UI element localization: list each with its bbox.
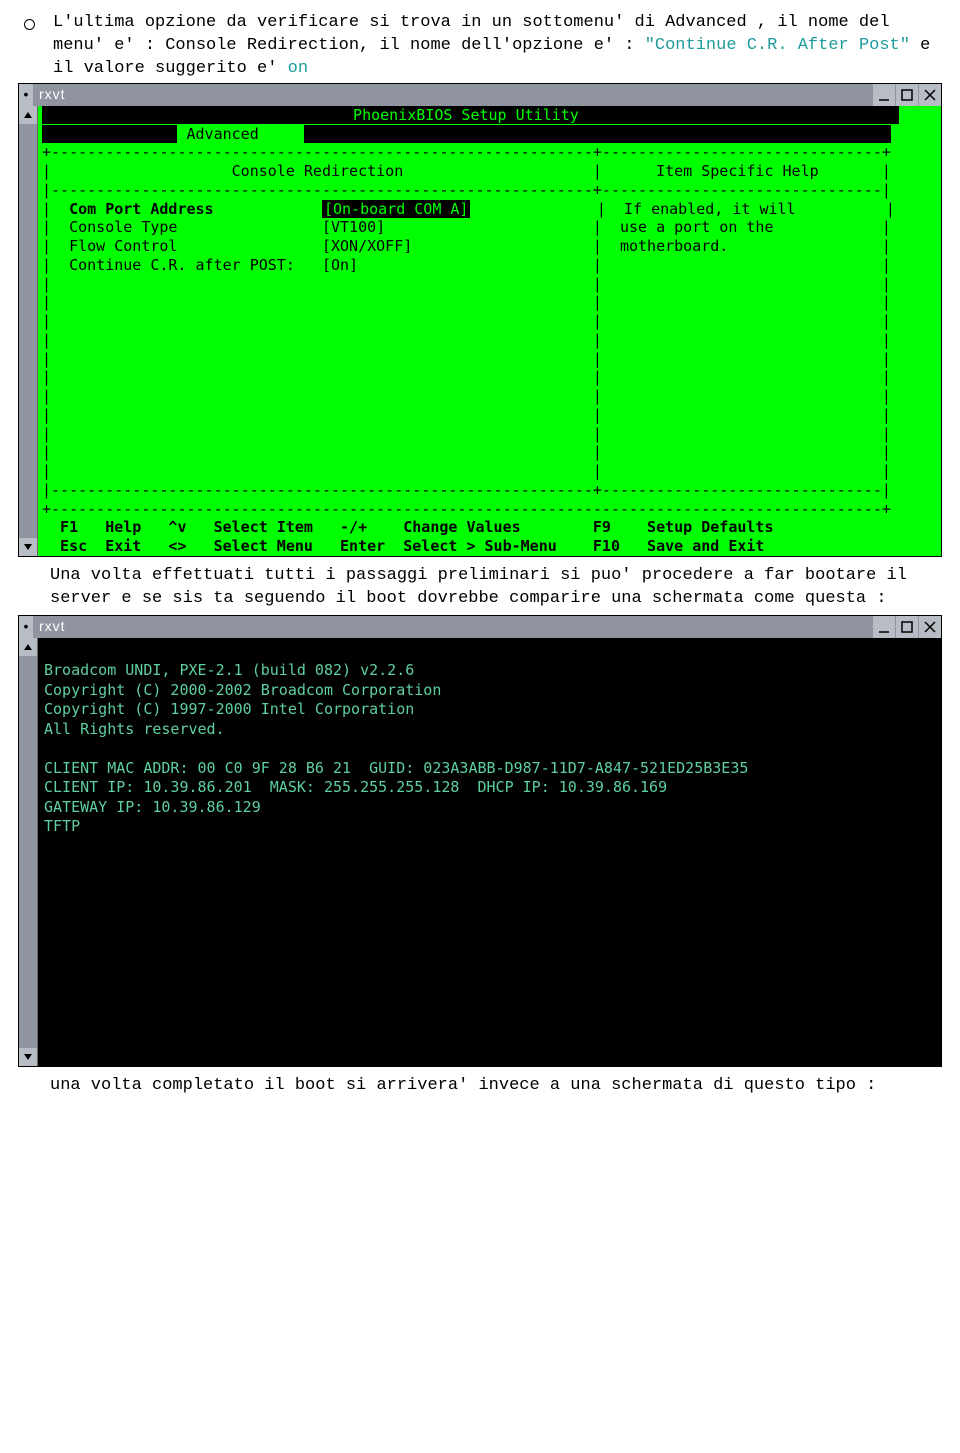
scrollbar[interactable] (19, 638, 38, 1066)
minimize-button[interactable] (873, 84, 895, 106)
window-menu-icon[interactable]: • (19, 616, 33, 638)
intro-text: L'ultima opzione da verificare si trova … (53, 12, 942, 81)
intro-bullet: L'ultima opzione da verificare si trova … (18, 12, 942, 81)
scroll-down-icon[interactable] (19, 1048, 37, 1066)
scrollbar[interactable] (19, 106, 38, 556)
bios-screen: PhoenixBIOS Setup Utility Advanced +----… (38, 106, 941, 556)
intro-val: on (288, 59, 308, 78)
window-titlebar: • rxvt (19, 84, 941, 106)
bios-window: • rxvt PhoenixBIOS Setup Utility Advanc (18, 83, 942, 557)
maximize-button[interactable] (896, 616, 918, 638)
intro-opt: "Continue C.R. After Post" (645, 36, 910, 55)
window-titlebar: • rxvt (19, 616, 941, 638)
outro-paragraph: una volta completato il boot si arrivera… (50, 1075, 942, 1098)
mid-paragraph: Una volta effettuati tutti i passaggi pr… (50, 565, 942, 611)
terminal-screen: Broadcom UNDI, PXE-2.1 (build 082) v2.2.… (38, 638, 941, 1066)
scroll-track[interactable] (19, 656, 37, 1048)
scroll-track[interactable] (19, 124, 37, 538)
pxe-window: • rxvt Broadcom UNDI, PXE-2.1 (build 082… (18, 615, 942, 1067)
scroll-up-icon[interactable] (19, 106, 37, 124)
close-button[interactable] (919, 616, 941, 638)
close-button[interactable] (919, 84, 941, 106)
scroll-up-icon[interactable] (19, 638, 37, 656)
scroll-down-icon[interactable] (19, 538, 37, 556)
bullet-icon (24, 19, 35, 30)
window-title: rxvt (33, 85, 872, 104)
window-title: rxvt (33, 617, 872, 636)
minimize-button[interactable] (873, 616, 895, 638)
maximize-button[interactable] (896, 84, 918, 106)
window-menu-icon[interactable]: • (19, 84, 33, 106)
